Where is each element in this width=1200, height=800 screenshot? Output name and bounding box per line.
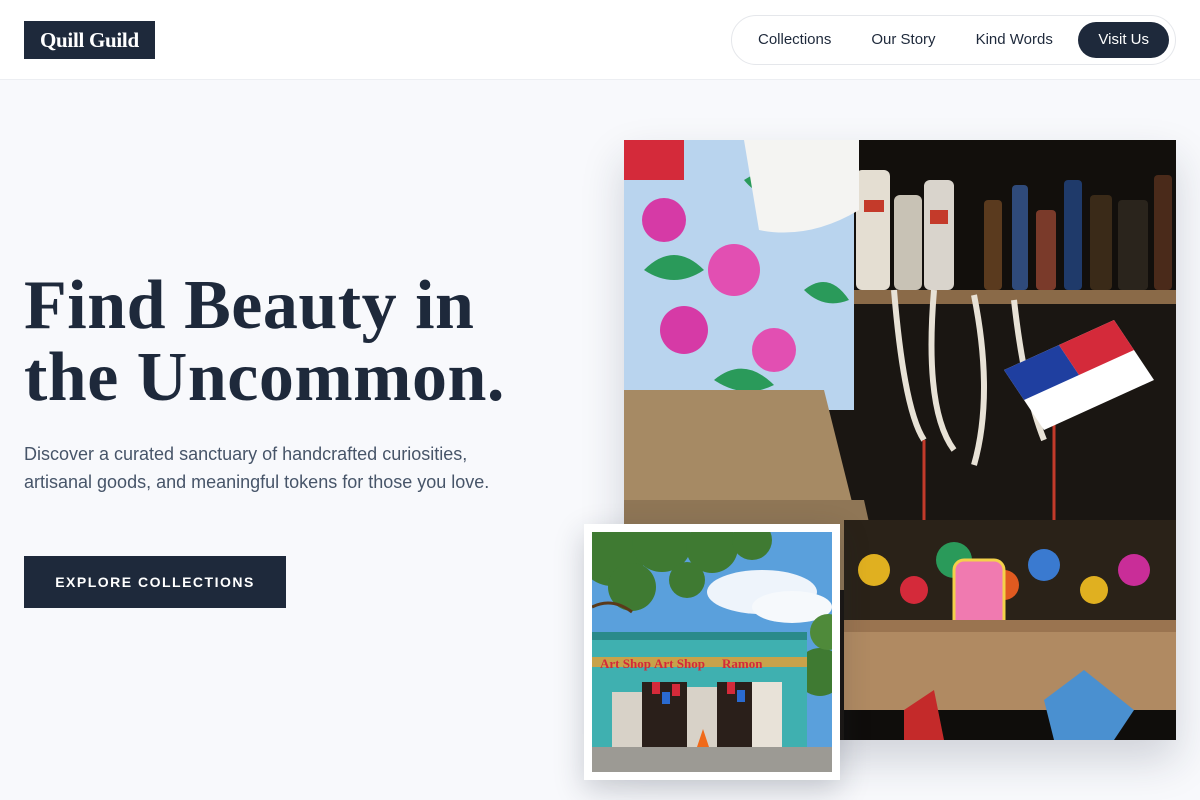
nav-item-our-story[interactable]: Our Story [851,22,955,58]
svg-text:Ramon: Ramon [722,656,763,671]
site-header: Quill Guild Collections Our Story Kind W… [0,0,1200,80]
hero-title-line-1: Find Beauty in [24,267,475,344]
visit-us-button[interactable]: Visit Us [1078,22,1169,58]
storefront-illustration: Art Shop Art Shop Ramon [592,532,832,772]
thumbnail-frame: Art Shop Art Shop Ramon [584,524,840,780]
brand-logo[interactable]: Quill Guild [24,21,155,59]
svg-text:Art Shop: Art Shop [600,656,651,671]
nav-item-collections[interactable]: Collections [738,22,851,58]
main-nav: Collections Our Story Kind Words Visit U… [731,15,1176,65]
hero-title-line-2: the Uncommon. [24,339,505,416]
hero-title: Find Beauty in the Uncommon. [24,270,584,414]
art-shop-storefront-photo: Art Shop Art Shop Ramon [592,532,832,772]
nav-item-kind-words[interactable]: Kind Words [956,22,1073,58]
hero-subtitle: Discover a curated sanctuary of handcraf… [24,444,490,492]
svg-text:Art Shop: Art Shop [654,656,705,671]
explore-collections-button[interactable]: EXPLORE COLLECTIONS [24,556,286,608]
